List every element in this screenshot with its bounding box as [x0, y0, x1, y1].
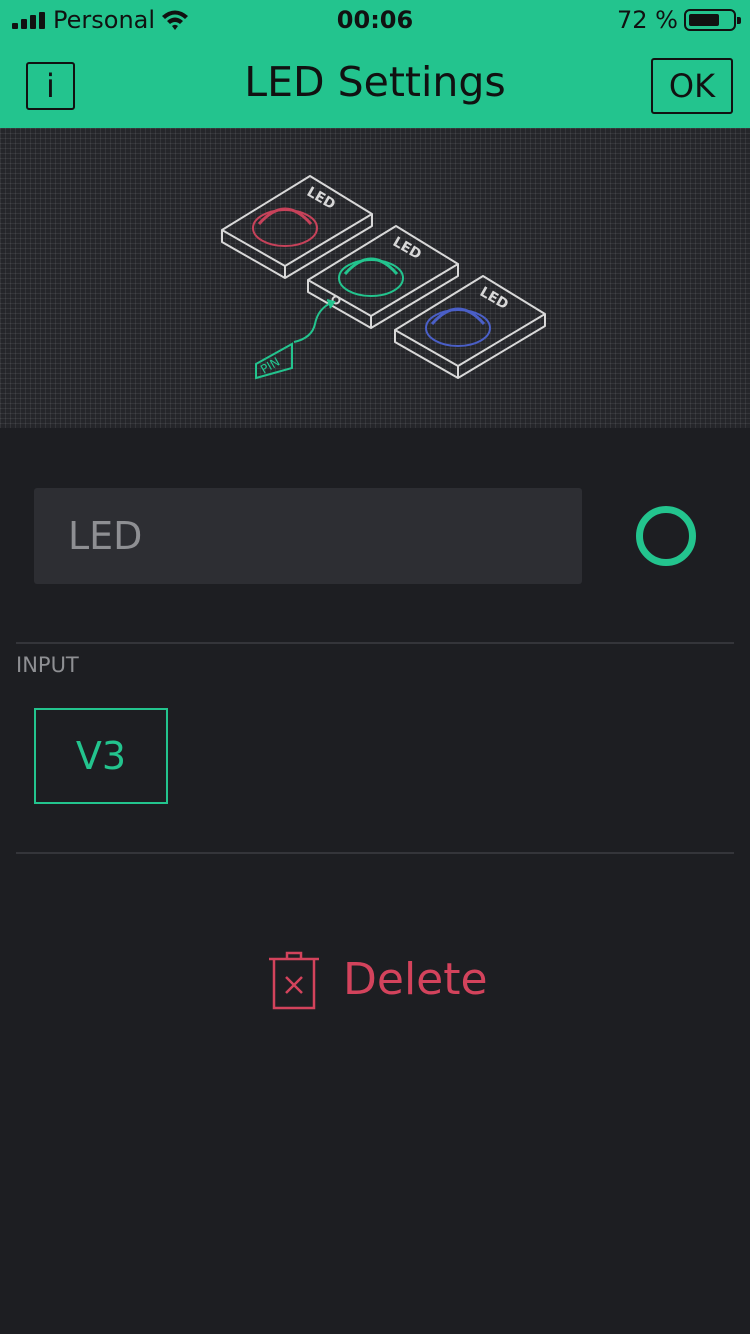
- widget-name-input[interactable]: [34, 488, 582, 584]
- delete-label: Delete: [343, 954, 488, 1005]
- battery-percent: 72 %: [617, 6, 678, 34]
- widget-illustration: LED LED LED PIN: [0, 128, 750, 428]
- ok-button[interactable]: OK: [651, 58, 733, 114]
- divider: [16, 852, 734, 854]
- page-title: LED Settings: [244, 58, 506, 106]
- battery-icon: [684, 9, 741, 31]
- screen: Personal 00:06 72 % i LED Settings OK LE…: [0, 0, 750, 1334]
- led-illustration-graphic: LED LED LED PIN: [221, 175, 546, 380]
- led-module-red: LED: [221, 175, 373, 279]
- input-section-label: INPUT: [16, 653, 79, 677]
- color-picker-button[interactable]: [636, 506, 696, 566]
- led-label: LED: [390, 234, 424, 263]
- header: Personal 00:06 72 % i LED Settings OK: [0, 0, 750, 128]
- pin-select-button[interactable]: V3: [34, 708, 168, 804]
- trash-icon: [269, 951, 319, 1010]
- delete-button[interactable]: Delete: [266, 946, 488, 1012]
- led-label: LED: [477, 284, 511, 313]
- ok-button-label: OK: [668, 67, 716, 105]
- pin-value: V3: [75, 734, 127, 778]
- divider: [16, 642, 734, 644]
- led-label: LED: [304, 184, 338, 213]
- led-module-green: LED: [307, 225, 459, 329]
- status-bar: Personal 00:06 72 %: [0, 0, 750, 40]
- led-module-blue: LED: [394, 275, 546, 379]
- battery-fill: [689, 14, 719, 26]
- pin-label: PIN: [258, 355, 282, 377]
- pin-wire: PIN: [255, 299, 336, 380]
